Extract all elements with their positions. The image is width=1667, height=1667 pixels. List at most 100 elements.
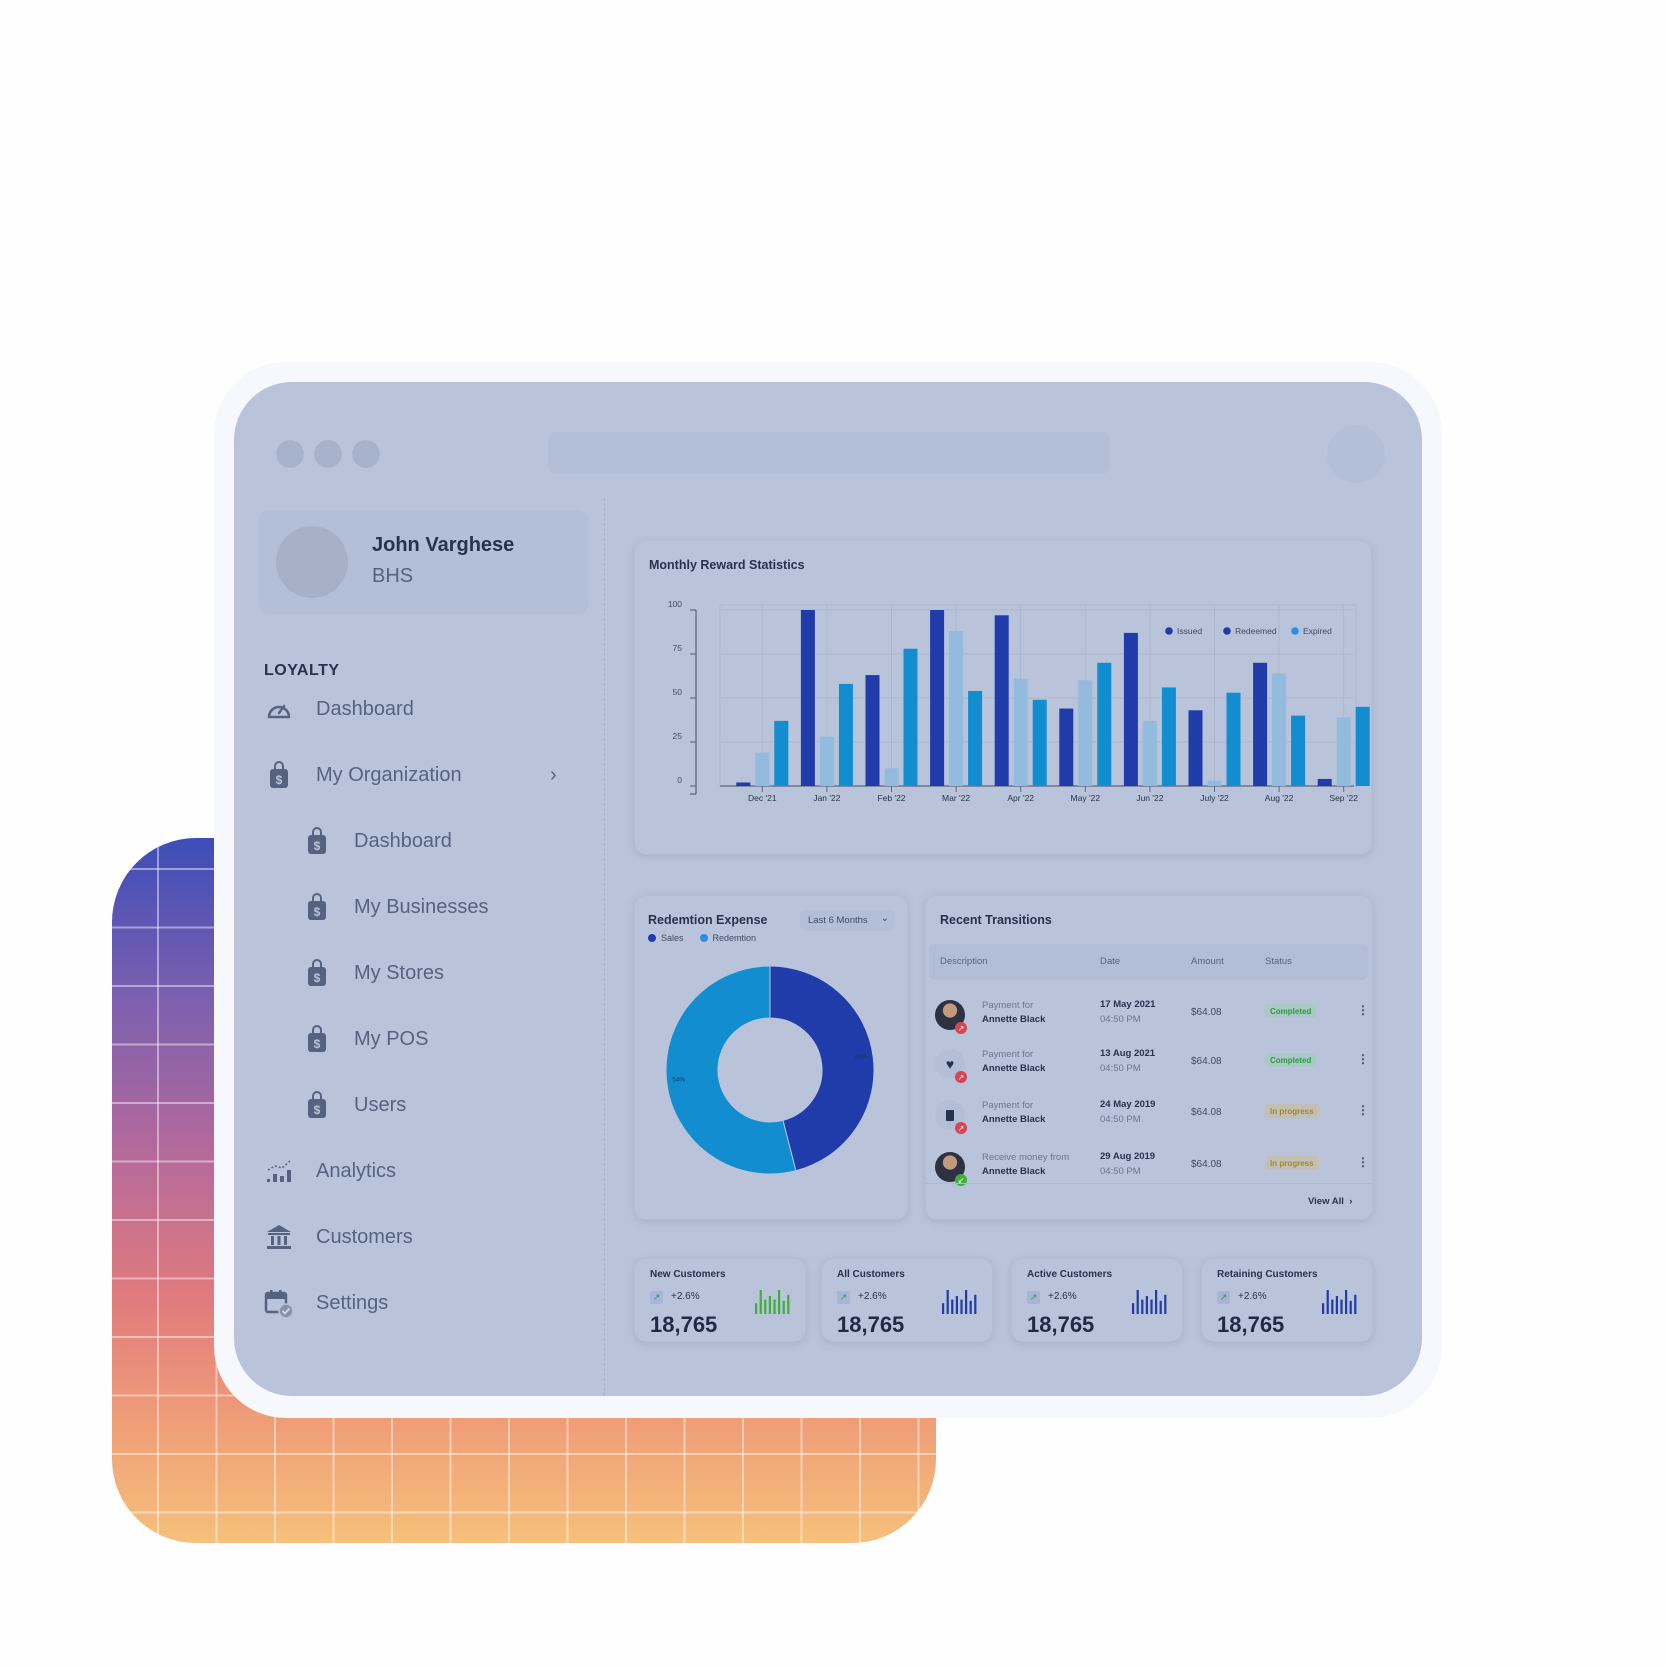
sidebar-item-sub-my-pos[interactable]: $ My POS xyxy=(302,1019,428,1059)
sparkline-bar xyxy=(1132,1303,1135,1314)
x-tick-label: Jun '22 xyxy=(1136,793,1163,803)
sidebar-item-sub-dashboard[interactable]: $ Dashboard xyxy=(302,821,452,861)
shopping-bag-dollar-icon: $ xyxy=(302,958,332,988)
sparkline-bar xyxy=(1354,1294,1357,1314)
status-badge: Completed xyxy=(1265,1004,1317,1018)
time: 04:50 PM xyxy=(1100,1014,1141,1025)
window-control-maximize[interactable] xyxy=(352,440,380,468)
window-control-close[interactable] xyxy=(276,440,304,468)
sparkline-bar xyxy=(1159,1300,1162,1314)
x-tick-label: May '22 xyxy=(1071,793,1101,803)
bar-redeemed xyxy=(884,768,899,786)
more-vertical-icon[interactable]: ⋮ xyxy=(1357,1003,1369,1017)
stat-value: 18,765 xyxy=(1217,1312,1285,1337)
description-line2: Annette Black xyxy=(982,1166,1046,1177)
shopping-bag-dollar-icon: $ xyxy=(264,760,294,790)
bar-redeemed xyxy=(1013,678,1028,786)
shopping-bag-dollar-icon: $ xyxy=(302,826,332,856)
sidebar-item-label: Users xyxy=(354,1093,407,1116)
col-amount: Amount xyxy=(1191,956,1224,967)
sidebar-item-label: My Organization xyxy=(316,763,462,786)
bar-redeemed xyxy=(755,752,770,786)
chevron-right-icon[interactable]: › xyxy=(550,764,557,787)
arrow-up-right-icon: ↗ xyxy=(955,1122,967,1134)
table-row[interactable]: ♥ ↗ Payment for Annette Black 13 Aug 2021 04:… xyxy=(929,1041,1369,1089)
svg-text:$: $ xyxy=(314,839,321,853)
bar-expired xyxy=(838,683,853,786)
svg-text:$: $ xyxy=(314,971,321,985)
avatar xyxy=(276,526,348,598)
view-all-link[interactable]: View All › xyxy=(1308,1196,1352,1207)
svg-text:$: $ xyxy=(276,773,283,787)
bar-issued xyxy=(736,782,751,786)
stat-card-active-customers[interactable]: Active Customers ↗ +2.6% 18,765 xyxy=(1011,1258,1183,1342)
profile-card[interactable]: John Varghese BHS xyxy=(258,510,589,614)
more-vertical-icon[interactable]: ⋮ xyxy=(1357,1155,1369,1169)
heart-icon: ♥ xyxy=(945,1056,955,1072)
sidebar-item-sub-my-businesses[interactable]: $ My Businesses xyxy=(302,887,489,927)
x-tick-label: Mar '22 xyxy=(942,793,970,803)
table-row[interactable]: ↗ Payment for Annette Black 24 May 2019 04:5… xyxy=(929,1092,1369,1140)
sidebar-item-sub-users[interactable]: $ Users xyxy=(302,1085,406,1125)
sparkline-bar xyxy=(1155,1290,1158,1314)
sidebar-item-dashboard[interactable]: Dashboard xyxy=(264,689,414,729)
description-line1: Receive money from xyxy=(982,1152,1070,1163)
bar-issued xyxy=(800,610,815,786)
bar-expired xyxy=(903,648,918,786)
window-control-minimize[interactable] xyxy=(314,440,342,468)
stat-card-all-customers[interactable]: All Customers ↗ +2.6% 18,765 xyxy=(821,1258,993,1342)
sparkline-bar xyxy=(965,1290,968,1314)
trending-up-icon: ↗ xyxy=(1027,1291,1040,1304)
x-tick-label: Sep '22 xyxy=(1329,793,1358,803)
sidebar-item-my-organization[interactable]: $ My Organization › xyxy=(264,755,557,795)
sidebar-item-analytics[interactable]: Analytics xyxy=(264,1151,396,1191)
stat-value: 18,765 xyxy=(837,1312,905,1337)
sidebar-item-label: Analytics xyxy=(316,1159,397,1182)
sparkline-bar xyxy=(773,1299,776,1314)
y-tick-label: 25 xyxy=(673,731,683,741)
more-vertical-icon[interactable]: ⋮ xyxy=(1357,1103,1369,1117)
stat-card-new-customers[interactable]: New Customers ↗ +2.6% 18,765 xyxy=(634,1258,806,1342)
sparkline-bars xyxy=(755,1290,790,1314)
shopping-bag-dollar-icon: $ xyxy=(302,1090,332,1120)
sparkline-bar xyxy=(1326,1290,1329,1314)
address-bar[interactable] xyxy=(548,432,1110,474)
donut-legend: Sales Redemtion xyxy=(648,933,756,943)
bar-issued xyxy=(1123,632,1138,786)
legend-label-issued: Issued xyxy=(1177,626,1202,636)
col-date: Date xyxy=(1100,956,1121,967)
chevron-down-icon: ⌄ xyxy=(880,913,889,924)
section-label-loyalty: LOYALTY xyxy=(264,662,340,679)
account-avatar[interactable] xyxy=(1327,425,1385,483)
period-dropdown[interactable]: Last 6 Months ⌄ xyxy=(800,910,895,931)
bar-issued xyxy=(1317,778,1332,786)
table-row[interactable]: ↗ Payment for Annette Black 17 May 2021 04:5… xyxy=(929,992,1369,1040)
arrow-up-right-icon: ↗ xyxy=(955,1022,967,1034)
chevron-right-icon: › xyxy=(1349,1196,1353,1207)
analytics-icon xyxy=(264,1156,294,1186)
amount: $64.08 xyxy=(1191,1056,1222,1067)
sparkline-bar xyxy=(1145,1296,1148,1314)
table-row[interactable]: ↙ Receive money from Annette Black 29 Aug 2… xyxy=(929,1144,1369,1192)
sparkline-bar xyxy=(1150,1299,1153,1314)
sidebar-item-customers[interactable]: Customers xyxy=(264,1217,413,1257)
time: 04:50 PM xyxy=(1100,1166,1141,1177)
x-tick-label: Apr '22 xyxy=(1007,793,1034,803)
sidebar-item-label: My Businesses xyxy=(354,895,489,918)
stat-card-retaining-customers[interactable]: Retaining Customers ↗ +2.6% 18,765 xyxy=(1201,1258,1373,1342)
sparkline-bar xyxy=(942,1303,945,1314)
sidebar-item-settings[interactable]: Settings xyxy=(264,1283,388,1323)
bar-redeemed xyxy=(1336,717,1351,786)
arrow-down-left-icon: ↙ xyxy=(955,1174,967,1186)
chart-title: Monthly Reward Statistics xyxy=(649,558,805,572)
trending-up-icon: ↗ xyxy=(837,1291,850,1304)
sidebar-item-label: My POS xyxy=(354,1027,429,1050)
sidebar-item-sub-my-stores[interactable]: $ My Stores xyxy=(302,953,444,993)
bar-issued xyxy=(1188,710,1203,786)
legend-marker-expired xyxy=(1291,627,1299,635)
more-vertical-icon[interactable]: ⋮ xyxy=(1357,1052,1369,1066)
svg-text:$: $ xyxy=(314,1103,321,1117)
calendar-check-icon xyxy=(264,1288,294,1318)
status-badge: In progress xyxy=(1265,1104,1319,1118)
sparkline-bar xyxy=(778,1290,781,1314)
